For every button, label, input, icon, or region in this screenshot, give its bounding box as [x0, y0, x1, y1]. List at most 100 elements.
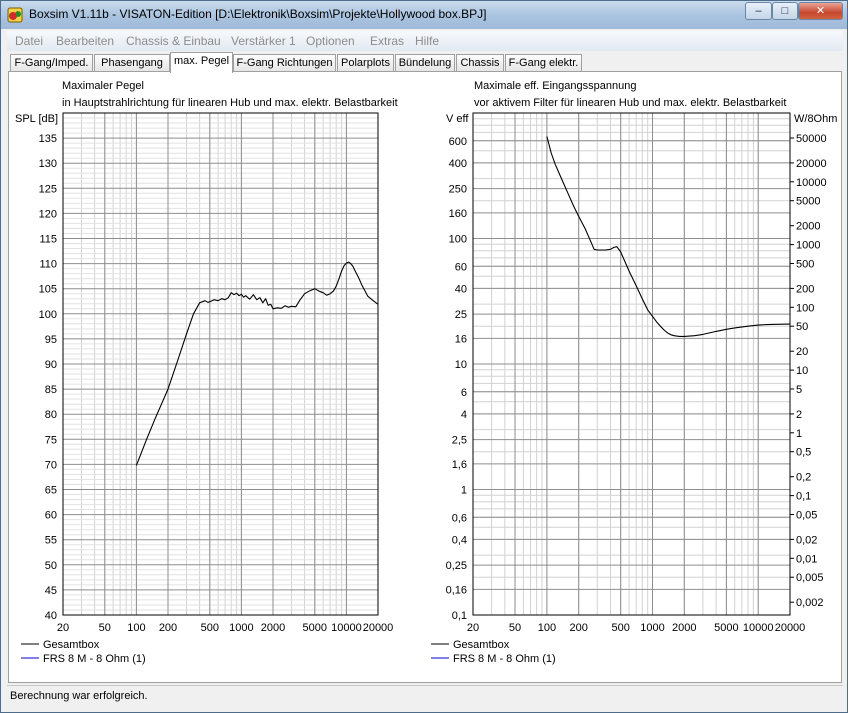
chart-2-right-tick-label: 0,05: [796, 510, 817, 522]
chart-2-right-tick-label: 20: [796, 346, 808, 358]
chart-1-y-tick-label: 135: [39, 133, 57, 145]
chart-2-y-tick-label: 1,6: [452, 459, 467, 471]
chart-1-x-tick-label: 100: [127, 622, 145, 634]
chart-1-y-tick-label: 105: [39, 284, 57, 296]
chart-1-y-tick-label: 125: [39, 183, 57, 195]
chart-1-x-tick-label: 10000: [331, 622, 362, 634]
chart-2-right-tick-label: 2: [796, 409, 802, 421]
chart-1-legend-label: Gesamtbox: [43, 639, 100, 651]
chart-1-y-tick-label: 50: [45, 560, 57, 572]
tab-f-gang-imped[interactable]: F-Gang/Imped.: [10, 54, 93, 72]
menu-hilfe[interactable]: Hilfe: [415, 34, 439, 48]
chart-2-right-tick-label: 50000: [796, 133, 827, 145]
minimize-button[interactable]: –: [745, 2, 772, 20]
chart-2-y-tick-label: 25: [455, 309, 467, 321]
maximize-button[interactable]: □: [772, 2, 798, 20]
chart-1-y-tick-label: 55: [45, 535, 57, 547]
chart-2-y-tick-label: 60: [455, 261, 467, 273]
chart-2-y-tick-label: 40: [455, 283, 467, 295]
chart-2-x-tick-label: 50: [509, 622, 521, 634]
menu-optionen[interactable]: Optionen: [306, 34, 355, 48]
chart-1-y-tick-label: 65: [45, 485, 57, 497]
chart-1-x-tick-label: 20: [57, 622, 69, 634]
status-bar: Berechnung war erfolgreich.: [7, 685, 843, 708]
tab-f-gang-elektr[interactable]: F-Gang elektr.: [505, 54, 582, 72]
chart-2-right-tick-label: 500: [796, 259, 814, 271]
chart-2-right-tick-label: 1000: [796, 240, 820, 252]
chart-2-y-tick-label: 600: [449, 136, 467, 148]
chart-1-legend-label: FRS 8 M - 8 Ohm (1): [43, 653, 146, 665]
close-button[interactable]: ✕: [798, 2, 843, 20]
tab-buendelung[interactable]: Bündelung: [395, 54, 455, 72]
chart-2-legend-label: FRS 8 M - 8 Ohm (1): [453, 653, 556, 665]
chart-2-title: Maximale eff. Eingangsspannung: [474, 80, 636, 92]
chart-1-y-tick-label: 115: [39, 234, 57, 246]
chart-2-ylabel: V eff: [446, 113, 469, 125]
chart-1-y-tick-label: 120: [39, 208, 57, 220]
chart-2-y-tick-label: 250: [449, 184, 467, 196]
chart-2-x-tick-label: 20000: [775, 622, 806, 634]
menu-extras[interactable]: Extras: [370, 34, 404, 48]
chart-2-y-tick-label: 0,25: [446, 560, 467, 572]
chart-1-x-tick-label: 50: [99, 622, 111, 634]
menu-bar: Datei Bearbeiten Chassis & Einbau Verstä…: [7, 31, 843, 51]
boxsim-app-icon[interactable]: [7, 7, 23, 23]
status-text: Berechnung war erfolgreich.: [10, 690, 148, 702]
boxsim-window: Boxsim V1.11b - VISATON-Edition [D:\Elek…: [0, 0, 848, 713]
chart-2-x-tick-label: 2000: [672, 622, 696, 634]
chart-1-y-tick-label: 95: [45, 334, 57, 346]
chart-2-right-tick-label: 50: [796, 321, 808, 333]
chart-2-right-tick-label: 20000: [796, 158, 827, 170]
title-bar[interactable]: Boxsim V1.11b - VISATON-Edition [D:\Elek…: [1, 1, 847, 29]
chart-2-right-tick-label: 1: [796, 428, 802, 440]
tab-phasengang[interactable]: Phasengang: [94, 54, 170, 72]
tab-chassis[interactable]: Chassis: [456, 54, 504, 72]
menu-chassis-einbau[interactable]: Chassis & Einbau: [126, 34, 221, 48]
chart-1-x-tick-label: 200: [159, 622, 177, 634]
tab-polarplots[interactable]: Polarplots: [337, 54, 394, 72]
chart-1-x-tick-label: 20000: [363, 622, 394, 634]
chart-1-y-tick-label: 110: [39, 259, 57, 271]
chart-1-y-tick-label: 45: [45, 585, 57, 597]
chart-1-y-tick-label: 130: [39, 158, 57, 170]
chart-1-x-tick-label: 5000: [303, 622, 327, 634]
chart-1-x-tick-label: 2000: [261, 622, 285, 634]
chart-1-y-tick-label: 75: [45, 434, 57, 446]
chart-2-x-tick-label: 5000: [714, 622, 738, 634]
chart-2-y-tick-label: 0,6: [452, 512, 467, 524]
chart-2-y-tick-label: 16: [455, 333, 467, 345]
chart-2-x-tick-label: 100: [538, 622, 556, 634]
chart-2-legend-label: Gesamtbox: [453, 639, 510, 651]
chart-1-y-tick-label: 70: [45, 459, 57, 471]
chart-2-y-tick-label: 0,16: [446, 584, 467, 596]
chart-2-ylabel-right: W/8Ohm: [794, 113, 837, 125]
tab-f-gang-richtungen[interactable]: F-Gang Richtungen: [233, 54, 336, 72]
maximize-icon: □: [781, 5, 789, 17]
chart-2-right-tick-label: 0,1: [796, 491, 811, 503]
chart-2-y-tick-label: 160: [449, 208, 467, 220]
tab-max-pegel[interactable]: max. Pegel: [170, 52, 233, 73]
chart-2-x-tick-label: 1000: [640, 622, 664, 634]
tab-strip: F-Gang/Imped. Phasengang max. Pegel F-Ga…: [7, 52, 843, 73]
chart-2-right-tick-label: 0,002: [796, 597, 824, 609]
chart-1-y-tick-label: 80: [45, 409, 57, 421]
chart-2-right-tick-label: 200: [796, 283, 814, 295]
chart-2-x-tick-label: 200: [570, 622, 588, 634]
menu-datei[interactable]: Datei: [15, 34, 43, 48]
chart-panel: 20 50 100 200 500 1000 2000 5000 10000 20000 40 45 5…: [8, 71, 842, 683]
chart-1-y-tick-label: 100: [39, 309, 57, 321]
window-title: Boxsim V1.11b - VISATON-Edition [D:\Elek…: [29, 7, 487, 21]
chart-2-y-tick-label: 100: [449, 234, 467, 246]
menu-verstaerker[interactable]: Verstärker 1: [231, 34, 296, 48]
chart-2-right-tick-label: 0,01: [796, 553, 817, 565]
chart-2-x-tick-label: 10000: [743, 622, 774, 634]
chart-2-y-tick-label: 6: [461, 387, 467, 399]
chart-1-title: Maximaler Pegel: [62, 80, 144, 92]
menu-bearbeiten[interactable]: Bearbeiten: [56, 34, 114, 48]
chart-1-x-tick-label: 1000: [229, 622, 253, 634]
chart-2-right-tick-label: 0,02: [796, 534, 817, 546]
chart-2-right-tick-label: 5000: [796, 196, 820, 208]
chart-2-y-tick-label: 4: [461, 409, 467, 421]
minimize-icon: –: [755, 5, 762, 17]
charts-canvas: 20 50 100 200 500 1000 2000 5000 10000 2000040455…: [15, 80, 837, 665]
